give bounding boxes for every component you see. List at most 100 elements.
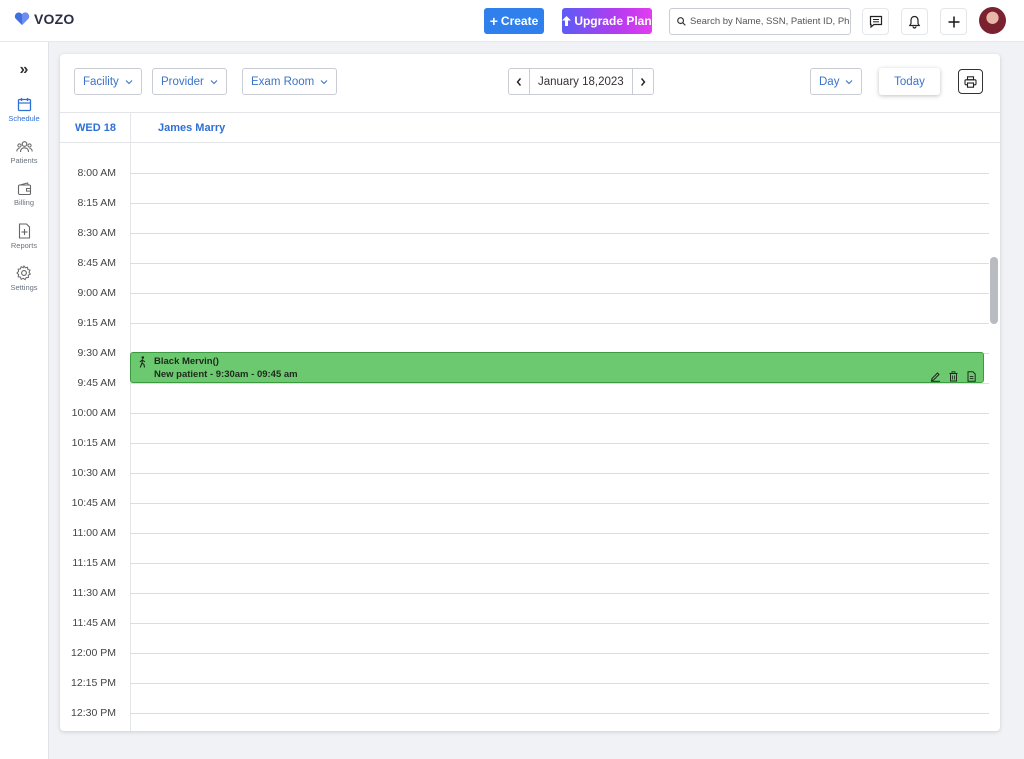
column-divider [130,113,131,143]
sidebar-item-settings[interactable]: Settings [0,265,48,292]
schedule-card: Facility Provider Exam Room January 18,2… [60,54,1000,731]
time-grid[interactable]: 8:00 AM 8:15 AM 8:30 AM 8:45 AM 9:00 AM 9:15 … [60,143,1000,731]
time-slot-label: 9:45 AM [77,377,116,389]
time-slot-line [130,293,989,294]
next-day-button[interactable] [633,69,653,94]
time-slot-label: 11:45 AM [72,617,116,629]
date-navigator: January 18,2023 [508,68,654,95]
pencil-icon [930,372,940,382]
appointment-block[interactable]: Black Mervin() New patient - 9:30am - 09… [130,352,984,383]
search-box[interactable] [669,8,851,35]
exam-room-label: Exam Room [251,75,315,88]
chat-icon [869,15,882,28]
bell-icon [908,15,921,29]
gear-icon [16,265,32,281]
time-slot-line [130,713,989,714]
time-slot-label: 9:15 AM [77,317,116,329]
current-date[interactable]: January 18,2023 [529,69,633,94]
sidebar-item-label: Patients [10,156,38,165]
walking-person-icon [139,356,146,368]
time-slot-label: 11:30 AM [72,587,116,599]
chevron-left-icon [516,77,522,86]
time-slot-label: 9:30 AM [77,347,116,359]
upgrade-label: Upgrade Plan [574,14,652,28]
today-button[interactable]: Today [879,68,940,95]
time-slot-label: 10:00 AM [71,407,116,419]
printer-icon [964,75,977,88]
plus-icon [948,16,959,27]
time-slot-label: 12:15 PM [71,677,116,689]
chevron-down-icon [320,79,328,84]
time-slot-line [130,473,989,474]
user-avatar[interactable] [979,7,1006,34]
sidebar-item-schedule[interactable]: Schedule [0,97,48,123]
time-slot-label: 11:00 AM [72,527,116,539]
create-button[interactable]: + Create [484,8,544,34]
time-slot-label: 8:15 AM [77,197,116,209]
search-input[interactable] [690,16,850,27]
chevron-down-icon [846,79,853,84]
appointment-document-button[interactable] [966,369,977,382]
expand-sidebar-icon[interactable]: » [16,62,32,78]
time-slot-label: 12:00 PM [71,647,116,659]
add-button[interactable] [940,8,967,35]
sidebar: » Schedule Patients Billing Reports Sett… [0,42,49,759]
document-icon [967,371,976,382]
appointment-detail: New patient - 9:30am - 09:45 am [154,369,298,380]
schedule-toolbar: Facility Provider Exam Room January 18,2… [60,54,1000,113]
arrow-up-icon [562,16,572,26]
plus-icon: + [489,13,498,29]
patients-icon [15,141,33,153]
chevron-down-icon [210,79,218,84]
print-button[interactable] [958,69,983,94]
appointment-actions [930,369,977,382]
previous-day-button[interactable] [509,69,529,94]
delete-appointment-button[interactable] [948,369,959,382]
scrollbar-thumb[interactable] [990,257,998,324]
day-label: WED 18 [75,122,116,134]
time-slot-line [130,203,989,204]
facility-dropdown[interactable]: Facility [74,68,142,95]
calendar-column-header: WED 18 James Marry [60,113,1000,143]
sidebar-item-billing[interactable]: Billing [0,182,48,207]
view-dropdown[interactable]: Day [810,68,863,95]
time-slot-label: 9:00 AM [77,287,116,299]
exam-room-dropdown[interactable]: Exam Room [242,68,338,95]
sidebar-item-label: Settings [10,283,38,292]
notifications-button[interactable] [901,8,928,35]
sidebar-item-reports[interactable]: Reports [0,223,48,250]
time-slot-label: 12:30 PM [71,707,116,719]
sidebar-item-label: Schedule [8,114,40,123]
time-slot-line [130,323,989,324]
time-slot-label: 11:15 AM [72,557,116,569]
facility-label: Facility [83,75,119,88]
sidebar-item-label: Reports [10,241,38,250]
time-slot-label: 8:00 AM [77,167,116,179]
sidebar-item-patients[interactable]: Patients [0,140,48,165]
time-slot-line [130,533,989,534]
messages-button[interactable] [862,8,889,35]
report-icon [18,223,30,239]
time-slot-line [130,443,989,444]
create-label: Create [500,14,539,28]
logo[interactable]: VOZO [14,11,74,27]
time-slot-line [130,263,989,264]
wallet-icon [17,182,31,196]
time-slot-label: 8:45 AM [77,257,116,269]
time-slot-label: 8:30 AM [77,227,116,239]
provider-column-name: James Marry [158,122,226,134]
chevron-down-icon [125,79,133,84]
edit-appointment-button[interactable] [930,369,941,382]
upgrade-plan-button[interactable]: Upgrade Plan [562,8,652,34]
appointment-patient: Black Mervin() [154,356,219,367]
search-icon [677,17,686,26]
trash-icon [949,371,958,382]
chevron-right-icon [640,77,646,86]
column-divider [130,143,131,731]
time-slot-line [130,653,989,654]
provider-dropdown[interactable]: Provider [152,68,227,95]
time-slot-line [130,623,989,624]
time-slot-label: 10:45 AM [71,497,116,509]
time-slot-line [130,233,989,234]
time-slot-line [130,383,989,384]
